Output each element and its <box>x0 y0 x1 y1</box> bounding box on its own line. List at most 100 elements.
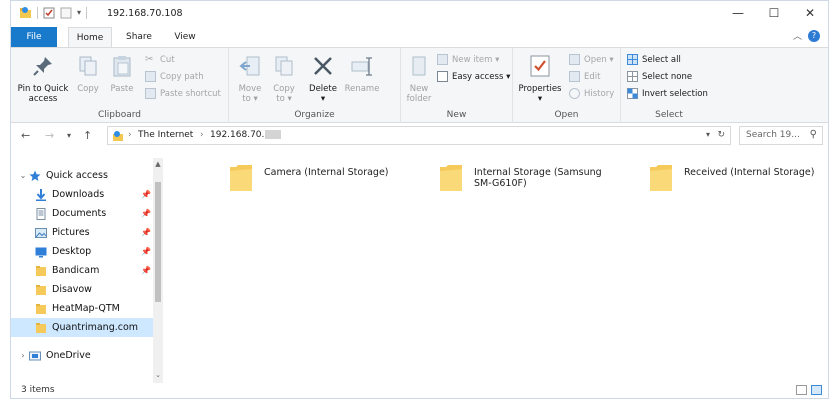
minimize-button[interactable]: — <box>720 1 756 25</box>
copy-path-button[interactable]: Copy path <box>145 71 204 82</box>
delete-x-icon <box>314 57 332 75</box>
tab-file[interactable]: File <box>11 27 57 47</box>
breadcrumb-ip-text: 192.168.70. <box>210 130 265 140</box>
copy-path-icon <box>145 71 156 82</box>
nav-item-quantrimang[interactable]: Quantrimang.com <box>11 318 153 337</box>
pin-label-1: Pin to Quick <box>17 84 69 94</box>
navigation-pane: ⌄ Quick access Downloads 📌 Documents 📌 P… <box>11 158 163 383</box>
folder-icon <box>230 165 252 191</box>
cut-button[interactable]: ✂ Cut <box>145 54 175 65</box>
address-dropdown-icon[interactable]: ▾ <box>706 130 710 139</box>
pin-icon[interactable]: 📌 <box>141 247 151 256</box>
scrollbar-thumb[interactable] <box>155 182 161 302</box>
breadcrumb-ip[interactable]: 192.168.70. <box>210 130 282 140</box>
organize-label: Organize <box>294 110 335 120</box>
edit-button[interactable]: Edit <box>569 71 600 82</box>
back-arrow-icon[interactable]: ← <box>21 129 30 142</box>
title-bar: ▾ 192.168.70.108 — ☐ ✕ <box>11 1 828 27</box>
qat-dropdown-icon[interactable]: ▾ <box>77 8 81 17</box>
new-folder-icon <box>412 56 426 76</box>
select-none-button[interactable]: Select none <box>627 71 692 82</box>
properties-button[interactable]: Properties ▾ <box>517 54 563 104</box>
properties-qat-icon[interactable] <box>43 7 55 19</box>
pin-icon[interactable]: 📌 <box>141 266 151 275</box>
expand-chevron-icon[interactable]: › <box>17 351 29 360</box>
rename-button[interactable]: Rename <box>343 54 381 94</box>
large-icons-view-icon[interactable] <box>811 385 822 395</box>
nav-item-heatmap-qtm[interactable]: HeatMap-QTM <box>11 299 153 318</box>
file-item-received[interactable]: Received (Internal Storage) <box>648 161 832 193</box>
pin-to-quick-access-button[interactable]: Pin to Quick access <box>15 54 71 104</box>
nav-item-documents[interactable]: Documents 📌 <box>11 204 153 223</box>
open-label: Open ▾ <box>584 54 614 65</box>
breadcrumb-internet[interactable]: The Internet <box>138 130 193 140</box>
select-all-icon <box>627 54 638 65</box>
expand-chevron-icon[interactable]: ⌄ <box>17 171 29 180</box>
details-view-icon[interactable] <box>796 385 807 395</box>
nav-item-desktop[interactable]: Desktop 📌 <box>11 242 153 261</box>
paste-shortcut-button[interactable]: Paste shortcut <box>145 88 221 99</box>
up-arrow-icon[interactable]: ↑ <box>83 129 92 142</box>
copy-to-button[interactable]: Copy to ▾ <box>269 54 299 104</box>
refresh-icon[interactable]: ↻ <box>717 130 725 140</box>
tab-home[interactable]: Home <box>68 27 112 47</box>
folder-icon <box>36 303 46 314</box>
nav-item-pictures[interactable]: Pictures 📌 <box>11 223 153 242</box>
history-button[interactable]: History <box>569 88 614 99</box>
file-name: Internal Storage (Samsung SM-G610F) <box>474 167 602 189</box>
invert-selection-button[interactable]: Invert selection <box>627 88 708 99</box>
search-placeholder: Search 19... <box>746 130 800 140</box>
close-button[interactable]: ✕ <box>792 1 828 25</box>
new-folder-button[interactable]: New folder <box>405 54 433 104</box>
nav-item-bandicam[interactable]: Bandicam 📌 <box>11 261 153 280</box>
nav-item-onedrive[interactable]: › OneDrive <box>11 346 153 365</box>
crumb-separator-icon-2: › <box>200 130 204 140</box>
nav-scrollbar[interactable]: ▲ ⌄ <box>153 158 163 383</box>
search-box[interactable]: Search 19... ⚲ <box>739 126 823 145</box>
select-all-button[interactable]: Select all <box>627 54 681 65</box>
file-item-internal-storage[interactable]: Internal Storage (Samsung SM-G610F) <box>438 161 602 193</box>
open-group: Properties ▾ Open ▾ Edit History Open <box>513 48 621 123</box>
clipboard-label: Clipboard <box>98 110 141 120</box>
copy-button[interactable]: Copy <box>73 54 103 94</box>
file-list: Camera (Internal Storage) Internal Stora… <box>166 149 828 383</box>
item-count: 3 items <box>21 385 55 395</box>
nav-item-disavow[interactable]: Disavow <box>11 280 153 299</box>
new-folder-qat-icon[interactable] <box>60 7 72 19</box>
select-none-icon <box>627 71 638 82</box>
maximize-button[interactable]: ☐ <box>756 1 792 25</box>
tab-view[interactable]: View <box>167 27 203 47</box>
scroll-up-icon[interactable]: ▲ <box>153 160 163 170</box>
network-location-icon <box>113 131 123 141</box>
nav-item-downloads[interactable]: Downloads 📌 <box>11 185 153 204</box>
pin-icon[interactable]: 📌 <box>141 228 151 237</box>
nav-item-quick-access[interactable]: ⌄ Quick access <box>11 166 153 185</box>
open-label-group: Open <box>554 110 579 120</box>
delete-button[interactable]: Delete ▾ <box>305 54 341 104</box>
open-button[interactable]: Open ▾ <box>569 54 614 65</box>
onedrive-icon <box>29 351 41 360</box>
file-item-camera[interactable]: Camera (Internal Storage) <box>228 161 412 193</box>
paste-button[interactable]: Paste <box>107 54 137 94</box>
easy-access-button[interactable]: Easy access ▾ <box>437 71 510 82</box>
pin-icon <box>33 57 52 76</box>
desktop-icon <box>35 247 47 257</box>
new-item-button[interactable]: New item ▾ <box>437 54 499 65</box>
ribbon: Pin to Quick access Copy Paste ✂ Cut Cop… <box>11 47 828 123</box>
address-box[interactable]: › The Internet › 192.168.70. ▾ ↻ <box>107 126 731 145</box>
pin-icon[interactable]: 📌 <box>141 209 151 218</box>
copy-label: Copy <box>77 84 99 94</box>
forward-arrow-icon[interactable]: → <box>45 129 54 142</box>
collapse-ribbon-icon[interactable]: ︿ <box>793 29 802 42</box>
star-icon <box>29 170 41 181</box>
properties-icon <box>530 55 550 77</box>
tab-share[interactable]: Share <box>119 27 159 47</box>
explorer-window: ▾ 192.168.70.108 — ☐ ✕ File Home Share V… <box>10 0 829 399</box>
recent-locations-icon[interactable]: ▾ <box>67 131 71 140</box>
scroll-down-icon[interactable]: ⌄ <box>153 371 163 381</box>
move-to-label-2: to ▾ <box>242 94 258 104</box>
help-icon[interactable]: ? <box>808 30 820 42</box>
pin-label-2: access <box>28 94 58 104</box>
move-to-button[interactable]: Move to ▾ <box>235 54 265 104</box>
pin-icon[interactable]: 📌 <box>141 190 151 199</box>
